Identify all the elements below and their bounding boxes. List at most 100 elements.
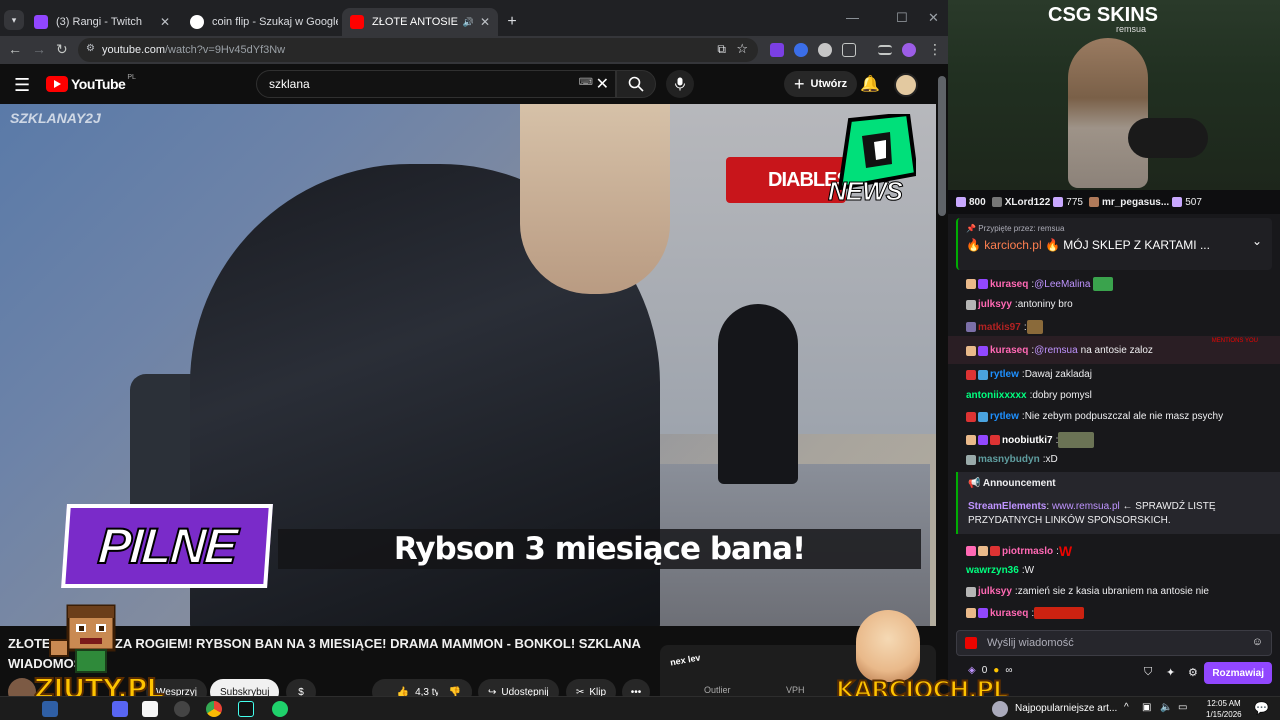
speaker-icon[interactable]: 🔊 xyxy=(463,17,474,28)
emote-picker-icon[interactable]: ☺ xyxy=(1252,636,1263,648)
network-icon[interactable]: ▣ xyxy=(1142,702,1151,713)
chat-user[interactable]: wawrzyn36 xyxy=(966,565,1019,576)
microphone-icon xyxy=(675,77,685,91)
create-button[interactable]: + Utwórz xyxy=(784,71,858,97)
twitch-panel: CSG SKINS remsua 800 XLord122 775 mr_pega… xyxy=(948,0,1280,720)
gifter-item[interactable]: 800 xyxy=(956,197,986,208)
chat-mention[interactable]: @LeeMalina xyxy=(1034,279,1090,290)
badge-icon xyxy=(966,299,976,310)
reload-icon[interactable]: ↻ xyxy=(56,41,68,58)
channel-points[interactable]: ◈ 0 ● ∞ xyxy=(968,665,1012,676)
taskbar-notification[interactable]: Najpopularniejsze art... xyxy=(1015,703,1117,714)
chat-user[interactable]: noobiutki7 xyxy=(1002,435,1053,446)
video-player[interactable]: SZKLANAY2J DIABLES NEWS PILNE Rybson 3 m… xyxy=(0,104,936,626)
site-info-icon[interactable]: ⚙ xyxy=(86,43,95,54)
search-button[interactable] xyxy=(616,70,656,98)
page-scrollbar[interactable] xyxy=(938,76,946,216)
chat-message: rytlew: Nie zebym podpuszczal ale nie ma… xyxy=(966,411,1276,422)
tab-title: ZŁOTE ANTOSIE ZA ROGIEM xyxy=(372,16,459,28)
taskbar-clock[interactable]: 12:05 AM 1/15/2026 xyxy=(1206,698,1242,720)
battery-icon[interactable]: ▭ xyxy=(1178,702,1187,713)
chat-user[interactable]: antoniixxxxx xyxy=(966,390,1027,401)
tools-icon[interactable]: ✦ xyxy=(1166,666,1175,679)
chat-send-button[interactable]: Rozmawiaj xyxy=(1204,662,1272,684)
tab-media-icon[interactable] xyxy=(878,45,892,55)
shield-icon[interactable]: ⛉ xyxy=(1144,666,1152,679)
chat-user[interactable]: kuraseq xyxy=(990,345,1028,356)
close-icon[interactable]: ✕ xyxy=(474,15,490,29)
video-watermark: SZKLANAY2J xyxy=(10,110,101,126)
chat-user[interactable]: matkis97 xyxy=(978,322,1021,333)
discord-icon[interactable] xyxy=(112,701,128,717)
tab-search-button[interactable]: ▾ xyxy=(4,10,24,30)
forward-arrow-icon[interactable]: → xyxy=(32,41,46,57)
tab-title: (3) Rangi - Twitch xyxy=(56,16,142,28)
puzzle-icon[interactable] xyxy=(842,43,856,57)
search-input[interactable]: szklana ⌨ ✕ xyxy=(256,70,616,98)
gifter-item[interactable]: XLord122 775 xyxy=(991,196,1083,208)
extension-icon[interactable] xyxy=(794,43,808,57)
new-tab-button[interactable]: + xyxy=(502,8,522,36)
app-icon[interactable] xyxy=(142,701,158,717)
badge-icon xyxy=(978,411,988,422)
minimize-icon[interactable]: — xyxy=(846,10,859,25)
gifter-item[interactable]: mr_pegasus... 507 xyxy=(1088,197,1202,208)
chevron-down-icon[interactable]: ⌄ xyxy=(1252,234,1262,248)
menu-kebab-icon[interactable]: ⋮ xyxy=(928,41,942,58)
chat-user[interactable]: rytlew xyxy=(990,411,1019,422)
pinned-message[interactable]: 📌 Przypięte przez: remsua 🔥 karcioch.pl … xyxy=(956,218,1272,270)
profile-avatar[interactable] xyxy=(902,43,916,57)
back-arrow-icon[interactable]: ← xyxy=(8,41,22,57)
volume-icon[interactable]: 🔈 xyxy=(1160,702,1172,713)
news-icon[interactable] xyxy=(992,701,1008,717)
keyboard-icon[interactable]: ⌨ xyxy=(579,77,593,88)
chat-input[interactable]: Wyślij wiadomość ☺ xyxy=(956,630,1272,656)
gifter-count: 775 xyxy=(1066,196,1083,208)
announcement-user[interactable]: StreamElements xyxy=(968,501,1046,512)
tab-bar: ▾ (3) Rangi - Twitch ✕ coin flip - Szuka… xyxy=(0,0,948,40)
account-avatar[interactable] xyxy=(894,73,918,97)
tab-google[interactable]: coin flip - Szukaj w Google ✕ xyxy=(182,8,338,36)
chat-user[interactable]: julksyy xyxy=(978,299,1012,310)
chevron-up-icon[interactable]: ^ xyxy=(1124,702,1129,713)
windows-icon[interactable] xyxy=(42,701,58,717)
close-window-icon[interactable]: ✕ xyxy=(928,10,939,26)
chat-user[interactable]: kuraseq xyxy=(990,279,1028,290)
badge-icon xyxy=(978,608,988,618)
chat-user[interactable]: piotrmaslo xyxy=(1002,546,1053,557)
youtube-icon xyxy=(350,15,364,29)
extension-icon[interactable] xyxy=(818,43,832,57)
points-icon: ◈ xyxy=(968,665,976,676)
bookmark-star-icon[interactable]: ☆ xyxy=(736,41,748,57)
chat-user[interactable]: kuraseq xyxy=(990,608,1028,619)
chrome-icon[interactable] xyxy=(206,701,222,717)
gear-icon[interactable]: ⚙ xyxy=(1188,666,1198,679)
bell-icon[interactable]: 🔔 xyxy=(860,74,880,94)
cast-icon[interactable]: ⧉ xyxy=(717,42,726,57)
chat-text: na antosie zaloz xyxy=(1080,345,1153,356)
extension-icon[interactable] xyxy=(770,43,784,57)
chat-user[interactable]: masnybudyn xyxy=(978,454,1040,465)
emote-icon xyxy=(1026,320,1043,334)
points-value: 0 xyxy=(981,665,988,676)
obs-icon[interactable] xyxy=(174,701,190,717)
url-field[interactable]: ⚙ youtube.com/watch?v=9Hv45dYf3Nw ⧉ ☆ xyxy=(78,38,758,62)
notification-icon[interactable]: 💬 xyxy=(1254,701,1269,715)
tab-youtube[interactable]: ZŁOTE ANTOSIE ZA ROGIEM 🔊 ✕ xyxy=(342,8,498,36)
chat-user[interactable]: rytlew xyxy=(990,369,1019,380)
hamburger-icon[interactable]: ☰ xyxy=(14,75,30,96)
maximize-icon[interactable]: ☐ xyxy=(896,10,908,26)
chat-mention[interactable]: @remsua xyxy=(1034,345,1078,356)
badge-icon xyxy=(978,279,988,289)
close-icon[interactable]: ✕ xyxy=(154,15,170,29)
youtube-logo[interactable]: YouTube PL xyxy=(46,74,136,92)
app-icon[interactable] xyxy=(238,701,254,717)
voice-search-button[interactable] xyxy=(666,70,694,98)
app-icon[interactable] xyxy=(272,701,288,717)
chat-user[interactable]: julksyy xyxy=(978,586,1012,597)
clear-search-icon[interactable]: ✕ xyxy=(596,74,609,94)
plus-icon: + xyxy=(794,73,805,94)
tab-twitch[interactable]: (3) Rangi - Twitch ✕ xyxy=(26,8,178,36)
create-label: Utwórz xyxy=(810,78,848,90)
announcement-link[interactable]: www.remsua.pl xyxy=(1052,501,1120,512)
